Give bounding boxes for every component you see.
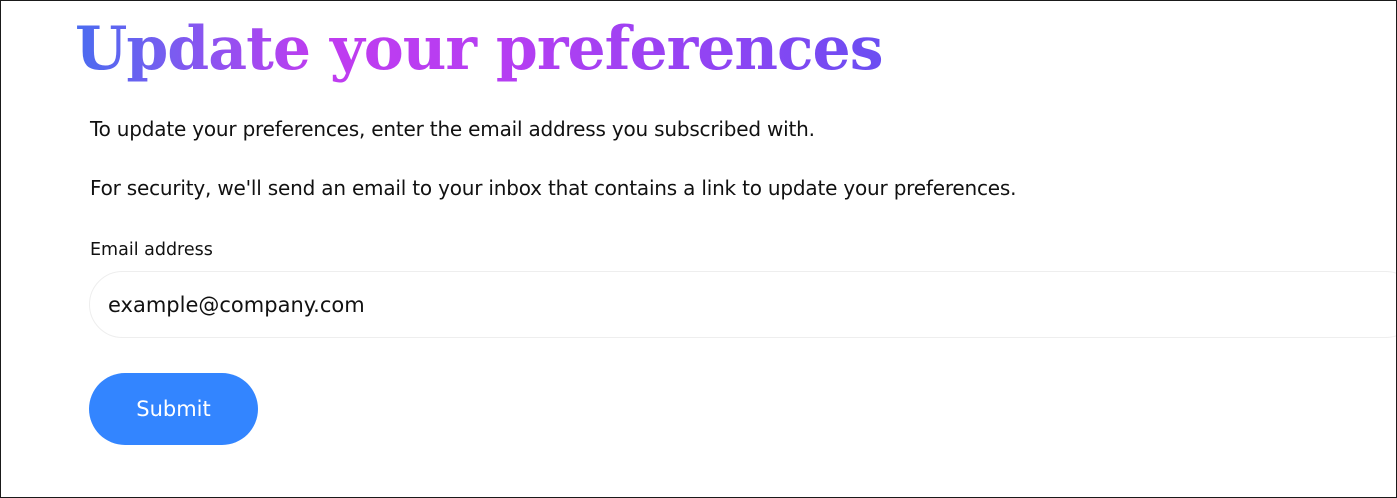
email-field-container[interactable] bbox=[89, 271, 1396, 338]
security-text: For security, we'll send an email to you… bbox=[90, 176, 1017, 200]
intro-text: To update your preferences, enter the em… bbox=[90, 117, 815, 141]
email-label: Email address bbox=[90, 240, 213, 260]
submit-button[interactable]: Submit bbox=[89, 373, 258, 445]
email-input[interactable] bbox=[108, 272, 1308, 337]
page-title: Update your preferences bbox=[75, 9, 884, 89]
preferences-page: Update your preferences To update your p… bbox=[0, 0, 1397, 498]
